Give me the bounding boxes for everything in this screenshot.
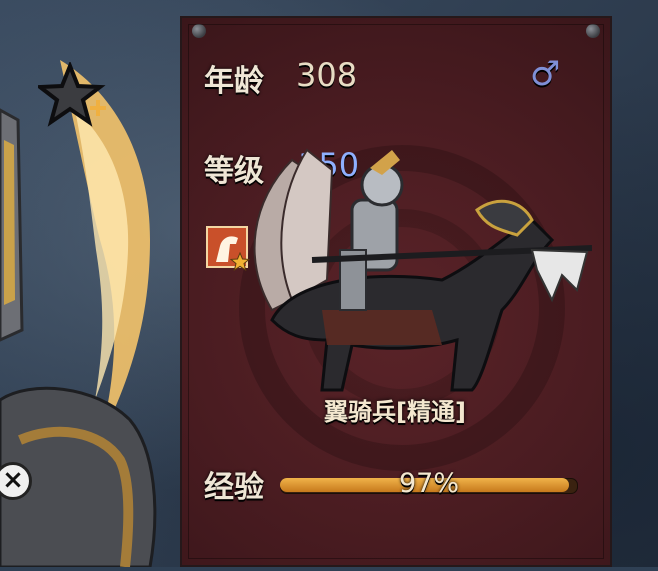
rivet bbox=[192, 24, 206, 38]
exp-percent: 97% bbox=[398, 468, 459, 499]
exp-label: 经验 bbox=[204, 470, 264, 505]
unit-portrait bbox=[253, 148, 592, 392]
male-icon: ♂ bbox=[530, 54, 561, 94]
unit-name: 翼骑兵[精通] bbox=[324, 398, 466, 426]
left-decor-panel: × bbox=[0, 0, 175, 569]
exp-progress-bar: 97% bbox=[280, 468, 578, 499]
age-value: 308 bbox=[296, 56, 358, 94]
rivet bbox=[586, 24, 600, 38]
star-plus-icon[interactable] bbox=[38, 62, 110, 128]
age-label: 年龄 bbox=[204, 64, 264, 99]
